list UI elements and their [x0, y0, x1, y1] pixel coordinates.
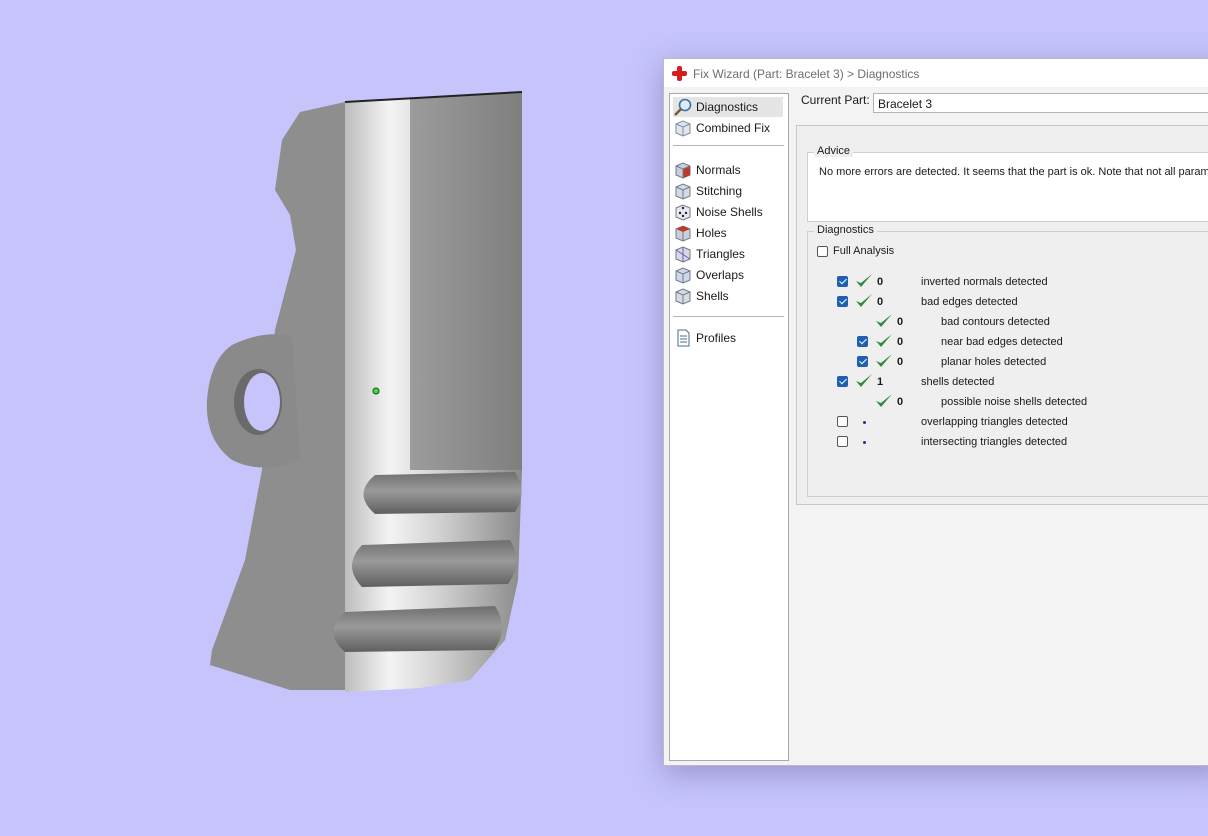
nav-item-holes[interactable]: Holes [673, 223, 727, 243]
green-check-icon [856, 294, 872, 307]
diagnostic-checkbox[interactable] [837, 436, 848, 447]
nav-item-combined-fix[interactable]: Combined Fix [673, 118, 770, 138]
diagnostic-label: intersecting triangles detected [921, 436, 1068, 448]
cube-triangle-icon [675, 246, 691, 263]
diagnostic-label: planar holes detected [941, 356, 1047, 368]
green-check-icon [876, 394, 892, 407]
pending-dot-icon [863, 441, 866, 444]
nav-item-label: Shells [696, 289, 729, 303]
diagnostic-checkbox[interactable] [857, 356, 868, 367]
diagnostics-legend: Diagnostics [814, 224, 877, 236]
nav-item-label: Profiles [696, 331, 737, 345]
diagnostic-count: 0 [897, 336, 904, 348]
diagnostic-row: 0 planar holes detected [797, 352, 1208, 372]
model-ridge-2 [352, 540, 517, 587]
document-icon [677, 329, 690, 347]
diagnostic-label: possible noise shells detected [941, 396, 1088, 408]
diagnostics-panel: Advice No more errors are detected. It s… [796, 125, 1208, 505]
cube-red-face-icon [675, 162, 691, 179]
nav-item-label: Noise Shells [696, 205, 763, 219]
pending-dot-icon [863, 421, 866, 424]
nav-item-label: Overlaps [696, 268, 745, 282]
diagnostic-count: 0 [897, 356, 904, 368]
diagnostic-count: 0 [897, 316, 904, 328]
red-cross-app-icon [672, 66, 687, 81]
green-check-icon [856, 274, 872, 287]
diagnostic-count: 0 [877, 276, 884, 288]
diagnostic-row: 1 shells detected [797, 372, 1208, 392]
title-bar[interactable]: Fix Wizard (Part: Bracelet 3) > Diagnost… [664, 59, 1208, 87]
green-check-icon [876, 314, 892, 327]
advice-legend: Advice [814, 145, 854, 157]
green-check-icon [856, 374, 872, 387]
pick-point-dot [372, 387, 380, 395]
nav-divider [673, 145, 784, 146]
nav-item-label: Combined Fix [696, 121, 771, 135]
diagnostic-row: intersecting triangles detected [797, 432, 1208, 452]
diagnostic-row: 0 bad edges detected [797, 292, 1208, 312]
diagnostic-checkbox[interactable] [837, 276, 848, 287]
magnifier-icon [674, 98, 692, 116]
cube-stitch-icon [675, 183, 691, 200]
diagnostic-label: overlapping triangles detected [921, 416, 1068, 428]
nav-divider [673, 316, 784, 317]
model-ridge-3 [333, 606, 503, 652]
nav-item-noise-shells[interactable]: Noise Shells [673, 202, 763, 222]
nav-item-triangles[interactable]: Triangles [673, 244, 745, 264]
diagnostic-label: inverted normals detected [921, 276, 1048, 288]
diagnostic-count: 0 [897, 396, 904, 408]
window-title: Fix Wizard (Part: Bracelet 3) > Diagnost… [693, 67, 920, 81]
diagnostic-count: 0 [877, 296, 884, 308]
diagnostic-checkbox[interactable] [857, 336, 868, 347]
diagnostic-count: 1 [877, 376, 884, 388]
nav-item-shells[interactable]: Shells [673, 286, 729, 306]
dice-icon [675, 204, 691, 221]
diagnostic-row: overlapping triangles detected [797, 412, 1208, 432]
cube-hole-icon [675, 225, 691, 242]
cube-overlap-icon [675, 267, 691, 284]
nav-item-label: Stitching [696, 184, 743, 198]
fix-wizard-window: Fix Wizard (Part: Bracelet 3) > Diagnost… [663, 58, 1208, 766]
nav-item-overlaps[interactable]: Overlaps [673, 265, 744, 285]
advice-text: No more errors are detected. It seems th… [819, 166, 1208, 178]
diagnostic-row: 0 near bad edges detected [797, 332, 1208, 352]
nav-item-stitching[interactable]: Stitching [673, 181, 742, 201]
diagnostic-checkbox[interactable] [837, 416, 848, 427]
model-ridge-1 [363, 472, 522, 514]
full-analysis-label: Full Analysis [833, 245, 895, 257]
diagnostic-label: near bad edges detected [941, 336, 1063, 348]
diagnostic-checkbox[interactable] [837, 296, 848, 307]
wizard-nav-list: Diagnostics Combined Fix Normals Stitchi… [669, 93, 789, 761]
nav-item-diagnostics[interactable]: Diagnostics [673, 97, 783, 117]
advice-group: Advice No more errors are detected. It s… [807, 145, 1208, 222]
nav-item-label: Holes [696, 226, 727, 240]
diagnostic-row: 0 inverted normals detected [797, 272, 1208, 292]
nav-item-profiles[interactable]: Profiles [673, 328, 736, 348]
bracelet-model[interactable] [0, 0, 660, 836]
nav-item-label: Triangles [696, 247, 745, 261]
diagnostic-checkbox[interactable] [837, 376, 848, 387]
cube-shell-icon [675, 288, 691, 305]
cube-icon [675, 120, 691, 137]
nav-item-label: Diagnostics [696, 100, 759, 114]
nav-item-normals[interactable]: Normals [673, 160, 741, 180]
green-check-icon [876, 334, 892, 347]
diagnostic-label: shells detected [921, 376, 995, 388]
diagnostic-label: bad edges detected [921, 296, 1018, 308]
current-part-field[interactable]: Bracelet 3 [873, 93, 1208, 113]
diagnostic-row: 0 possible noise shells detected [797, 392, 1208, 412]
model-back-face [410, 92, 522, 470]
nav-item-label: Normals [696, 163, 741, 177]
full-analysis-checkbox[interactable] [817, 246, 828, 257]
current-part-label: Current Part: [801, 93, 870, 107]
diagnostic-label: bad contours detected [941, 316, 1050, 328]
diagnostic-row: 0 bad contours detected [797, 312, 1208, 332]
green-check-icon [876, 354, 892, 367]
3d-viewport[interactable] [0, 0, 660, 836]
